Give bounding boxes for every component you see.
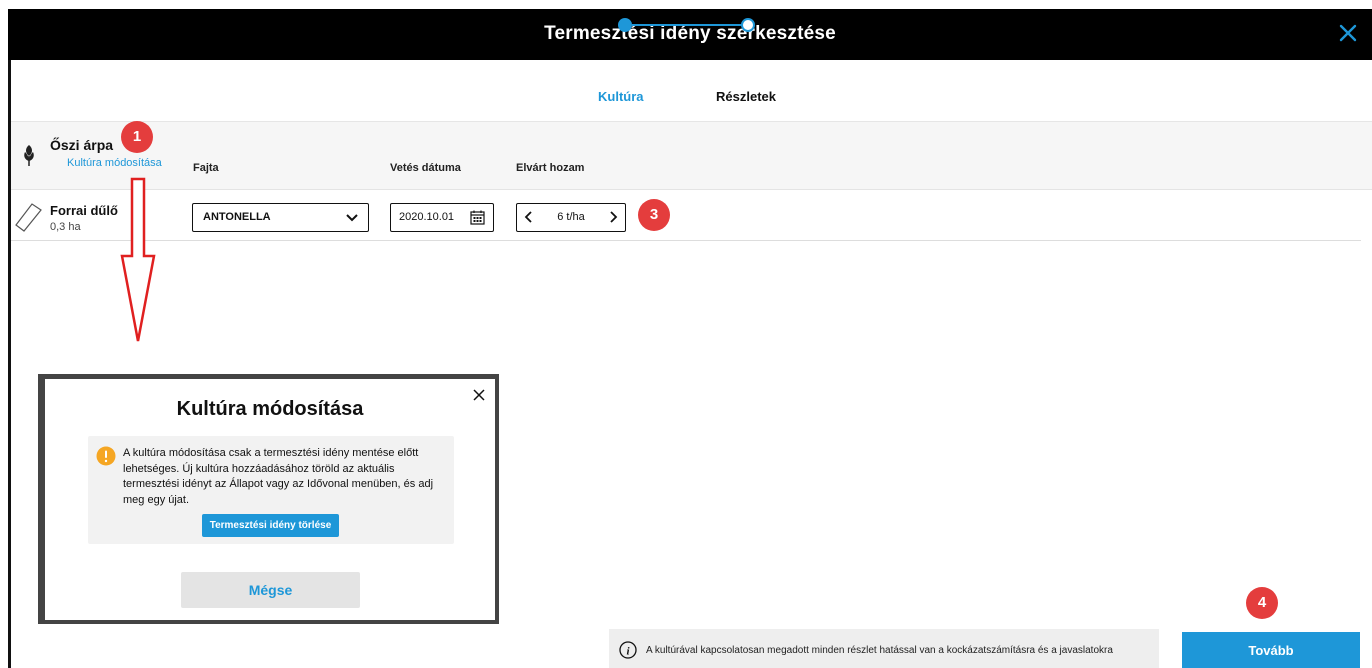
- delete-season-button[interactable]: Termesztési idény törlése: [202, 514, 339, 537]
- field-area: 0,3 ha: [50, 221, 81, 233]
- field-name: Forrai dűlő: [50, 203, 118, 218]
- change-culture-link[interactable]: Kultúra módosítása: [67, 157, 162, 169]
- yield-stepper[interactable]: 6 t/ha: [516, 203, 626, 232]
- wheat-icon: [24, 145, 34, 166]
- progress-stepper: [618, 18, 755, 32]
- annotation-arrow-icon: [120, 177, 156, 342]
- warning-icon: [96, 446, 116, 466]
- variety-select[interactable]: ANTONELLA: [192, 203, 369, 232]
- calendar-icon[interactable]: [470, 210, 485, 225]
- next-button[interactable]: Tovább: [1182, 632, 1360, 668]
- column-sowing-date: Vetés dátuma: [390, 162, 461, 174]
- sowing-date-value: 2020.10.01: [399, 211, 455, 223]
- info-text: A kultúrával kapcsolatosan megadott mind…: [646, 645, 1113, 656]
- sowing-date-input[interactable]: 2020.10.01: [390, 203, 494, 232]
- annotation-badge-3: 3: [638, 199, 670, 231]
- column-expected-yield: Elvárt hozam: [516, 162, 585, 174]
- stepper-bar: [11, 60, 1372, 122]
- chevron-down-icon: [346, 214, 358, 222]
- close-icon[interactable]: [1334, 19, 1362, 47]
- culture-name: Őszi árpa: [50, 137, 114, 153]
- step-reszletek[interactable]: Részletek: [716, 89, 776, 104]
- step-kultura[interactable]: Kultúra: [598, 89, 644, 104]
- annotation-badge-4: 4: [1246, 587, 1278, 619]
- culture-header: [11, 122, 1372, 190]
- modal-title: Kultúra módosítása: [176, 398, 364, 420]
- info-icon: i: [619, 641, 637, 659]
- field-parcel-icon: [15, 203, 42, 232]
- warning-text: A kultúra módosítása csak a termesztési …: [123, 447, 434, 506]
- cancel-button[interactable]: Mégse: [181, 572, 360, 608]
- column-variety: Fajta: [193, 162, 219, 174]
- annotation-badge-1: 1: [121, 121, 153, 153]
- variety-value: ANTONELLA: [203, 211, 271, 223]
- svg-text:i: i: [626, 646, 630, 658]
- chevron-right-icon[interactable]: [607, 210, 619, 224]
